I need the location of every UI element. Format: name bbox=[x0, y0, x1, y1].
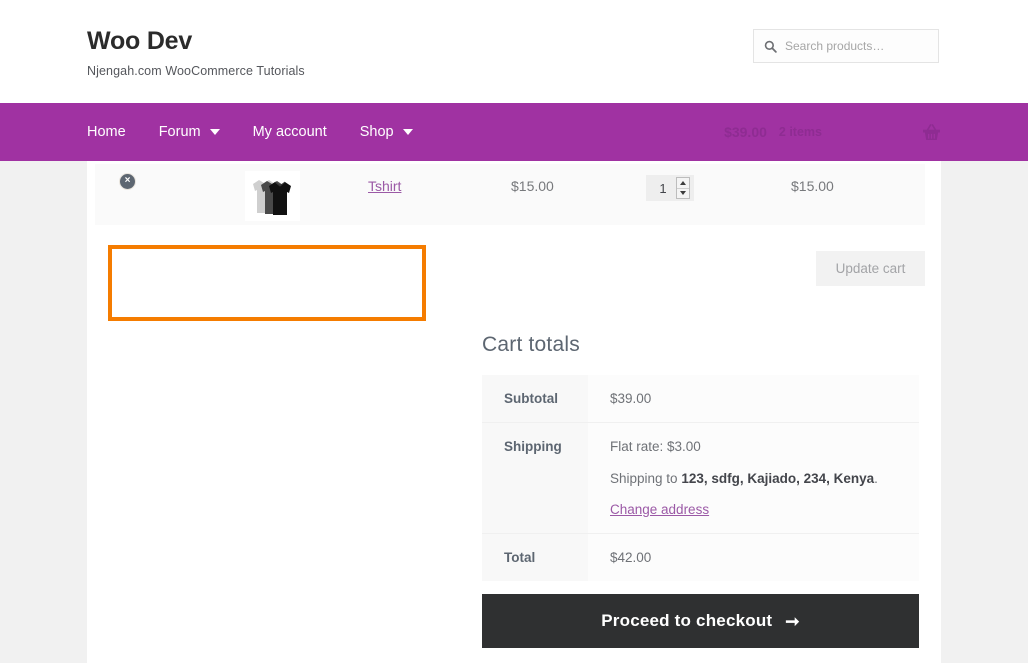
total-label: Total bbox=[482, 533, 588, 581]
subtotal-label: Subtotal bbox=[482, 375, 588, 423]
nav-label-my-account: My account bbox=[252, 124, 327, 140]
shopping-basket-icon bbox=[923, 123, 940, 140]
shipping-details: Flat rate: $3.00 Shipping to 123, sdfg, … bbox=[588, 422, 919, 534]
quantity-increment-button[interactable] bbox=[677, 178, 689, 189]
product-search-form[interactable] bbox=[753, 29, 940, 63]
remove-item-icon[interactable]: × bbox=[119, 173, 136, 190]
caret-down-icon bbox=[680, 191, 686, 196]
quantity-stepper[interactable] bbox=[646, 175, 694, 201]
subtotal-value: $39.00 bbox=[588, 375, 919, 423]
shipping-to-prefix: Shipping to bbox=[610, 471, 682, 486]
site-title: Woo Dev bbox=[87, 27, 193, 55]
cart-totals-section: Cart totals Subtotal $39.00 Shipping Fla… bbox=[482, 333, 919, 581]
product-unit-price: $15.00 bbox=[511, 178, 554, 194]
total-value: $42.00 bbox=[588, 533, 919, 581]
chevron-down-icon bbox=[209, 129, 220, 135]
arrow-right-icon: ➞ bbox=[785, 611, 800, 631]
proceed-to-checkout-button[interactable]: Proceed to checkout ➞ bbox=[482, 594, 919, 648]
nav-label-shop: Shop bbox=[359, 124, 394, 140]
branding: Woo Dev Njengah.com WooCommerce Tutorial… bbox=[87, 27, 305, 78]
search-icon bbox=[764, 40, 777, 53]
site-tagline: Njengah.com WooCommerce Tutorials bbox=[87, 63, 305, 78]
cart-page-content: × Tshirt $15.00 1 $15.00 Update cart Car… bbox=[87, 161, 941, 663]
quantity-input[interactable] bbox=[650, 176, 676, 200]
page-root: Woo Dev Njengah.com WooCommerce Tutorial… bbox=[0, 0, 1028, 663]
cart-table-row: × Tshirt $15.00 1 $15.00 bbox=[95, 164, 925, 225]
nav-item-home[interactable]: Home bbox=[87, 124, 126, 140]
shipping-label: Shipping bbox=[482, 422, 588, 534]
chevron-down-icon bbox=[402, 129, 413, 135]
shipping-address: 123, sdfg, Kajiado, 234, Kenya bbox=[681, 471, 875, 486]
update-cart-button[interactable]: Update cart bbox=[816, 251, 925, 286]
primary-navigation: Home Forum My account Shop $39.00 2 item… bbox=[0, 103, 1028, 161]
quantity-spinner[interactable] bbox=[676, 177, 690, 199]
nav-cart-summary[interactable]: $39.00 2 items bbox=[724, 103, 941, 161]
nav-item-shop[interactable]: Shop bbox=[360, 124, 413, 140]
shipping-rate: Flat rate: $3.00 bbox=[610, 439, 701, 454]
shipping-to-suffix: . bbox=[874, 471, 878, 486]
total-row: Total $42.00 bbox=[482, 533, 919, 581]
product-line-subtotal: $15.00 bbox=[791, 178, 834, 194]
cart-totals-heading: Cart totals bbox=[482, 333, 580, 356]
quantity-decrement-button[interactable] bbox=[677, 189, 689, 199]
annotation-highlight-box bbox=[108, 245, 426, 321]
site-header: Woo Dev Njengah.com WooCommerce Tutorial… bbox=[0, 0, 1028, 103]
product-name-link[interactable]: Tshirt bbox=[368, 178, 401, 194]
nav-label-forum: Forum bbox=[158, 124, 201, 140]
nav-list: Home Forum My account Shop bbox=[87, 103, 446, 161]
cart-totals-table: Subtotal $39.00 Shipping Flat rate: $3.0… bbox=[482, 375, 919, 581]
nav-item-forum[interactable]: Forum bbox=[159, 124, 220, 140]
nav-item-my-account[interactable]: My account bbox=[253, 124, 327, 140]
shipping-row: Shipping Flat rate: $3.00 Shipping to 12… bbox=[482, 422, 919, 534]
caret-up-icon bbox=[680, 180, 686, 185]
checkout-label: Proceed to checkout bbox=[601, 611, 773, 630]
nav-label-home: Home bbox=[87, 124, 126, 140]
cart-item-count: 2 items bbox=[778, 125, 822, 139]
search-input[interactable] bbox=[785, 30, 940, 62]
shipping-destination: Shipping to 123, sdfg, Kajiado, 234, Ken… bbox=[610, 471, 919, 486]
change-address-link[interactable]: Change address bbox=[610, 502, 709, 517]
tshirt-image bbox=[245, 171, 300, 221]
subtotal-row: Subtotal $39.00 bbox=[482, 375, 919, 423]
product-thumbnail[interactable] bbox=[245, 171, 300, 221]
cart-total-amount: $39.00 bbox=[724, 124, 767, 140]
